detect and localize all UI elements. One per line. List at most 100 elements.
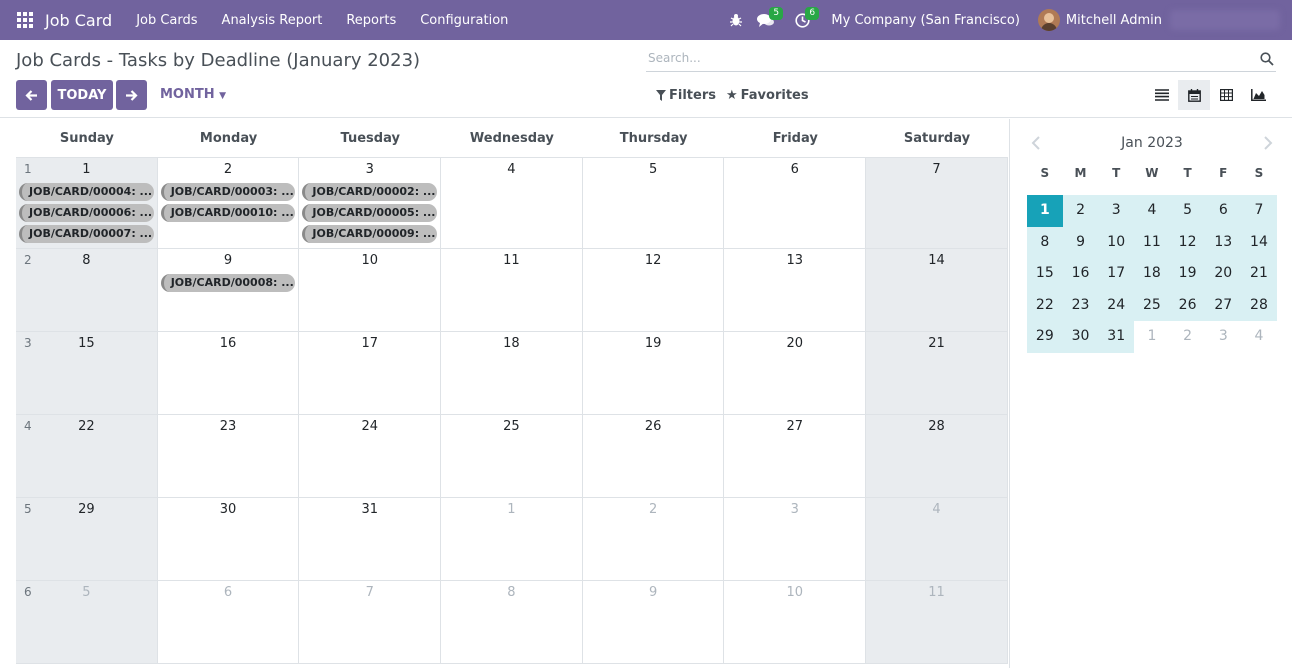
calendar-event[interactable]: JOB/CARD/00005: ...	[302, 204, 438, 222]
mini-calendar-day[interactable]: 31	[1098, 321, 1135, 353]
calendar-day-cell[interactable]: 26	[582, 415, 725, 497]
mini-calendar-day[interactable]: 22	[1027, 289, 1063, 322]
calendar-day-cell[interactable]: 10	[724, 581, 867, 663]
app-menu-icon[interactable]	[17, 12, 33, 28]
mini-calendar-day[interactable]: 14	[1241, 226, 1277, 259]
filters-button[interactable]: Filters	[656, 88, 716, 103]
calendar-day-cell[interactable]: 24	[299, 415, 442, 497]
mini-calendar-day[interactable]: 15	[1027, 258, 1063, 290]
calendar-day-cell[interactable]: 16	[157, 332, 300, 414]
calendar-day-cell[interactable]: 28	[16, 249, 158, 331]
calendar-day-cell[interactable]: 27	[724, 415, 867, 497]
calendar-day-cell[interactable]: 3 15	[16, 332, 158, 414]
mini-calendar-day[interactable]: 21	[1241, 258, 1277, 290]
calendar-day-cell[interactable]: 23	[157, 415, 300, 497]
mini-calendar-day[interactable]: 11	[1134, 226, 1170, 259]
calendar-event[interactable]: JOB/CARD/00004: ...	[19, 183, 154, 201]
calendar-event[interactable]: JOB/CARD/00007: ...	[19, 225, 154, 243]
bug-icon[interactable]	[721, 0, 751, 40]
calendar-day-cell[interactable]: 2 JOB/CARD/00003: ... JOB/CARD/00010: ...	[157, 158, 300, 248]
search-icon[interactable]	[1260, 51, 1274, 70]
calendar-day-cell[interactable]: 28	[866, 415, 1008, 497]
calendar-day-cell[interactable]: 7	[866, 158, 1008, 248]
search-input[interactable]	[646, 46, 1246, 70]
calendar-event[interactable]: JOB/CARD/00010: ...	[160, 204, 296, 222]
calendar-day-cell[interactable]: 12	[582, 249, 725, 331]
list-view-button[interactable]	[1146, 80, 1178, 110]
mini-calendar-day[interactable]: 13	[1205, 226, 1242, 259]
calendar-day-cell[interactable]: 13	[724, 249, 867, 331]
calendar-day-cell[interactable]: 4 22	[16, 415, 158, 497]
mini-calendar-day[interactable]: 3	[1205, 321, 1241, 353]
calendar-day-cell[interactable]: 1	[441, 498, 583, 580]
menu-item-reports[interactable]: Reports	[334, 13, 408, 28]
calendar-day-cell[interactable]: 7	[299, 581, 442, 663]
activities-clock-icon[interactable]: 6	[787, 0, 820, 40]
mini-calendar-day[interactable]: 6	[1205, 195, 1242, 227]
chevron-left-icon[interactable]	[1031, 135, 1041, 154]
menu-item-configuration[interactable]: Configuration	[408, 13, 520, 28]
calendar-day-cell[interactable]: 65	[16, 581, 158, 663]
mini-calendar-day[interactable]: 4	[1134, 195, 1170, 227]
calendar-day-cell[interactable]: 17	[299, 332, 442, 414]
calendar-day-cell[interactable]: 5	[582, 158, 725, 248]
mini-calendar-day[interactable]: 2	[1170, 321, 1206, 353]
calendar-day-cell[interactable]: 6	[157, 581, 300, 663]
app-brand[interactable]: Job Card	[45, 11, 112, 30]
mini-calendar-day[interactable]: 1	[1027, 195, 1063, 227]
calendar-day-cell[interactable]: 9 JOB/CARD/00008: ...	[157, 249, 300, 331]
calendar-event[interactable]: JOB/CARD/00003: ...	[160, 183, 296, 201]
mini-calendar-day[interactable]: 30	[1062, 321, 1099, 353]
mini-calendar-day[interactable]: 5	[1169, 195, 1206, 227]
mini-calendar-day[interactable]: 9	[1062, 226, 1099, 259]
mini-calendar-day[interactable]: 23	[1062, 289, 1099, 322]
mini-calendar-day[interactable]: 19	[1169, 258, 1206, 290]
calendar-event[interactable]: JOB/CARD/00002: ...	[302, 183, 438, 201]
calendar-event[interactable]: JOB/CARD/00008: ...	[160, 274, 296, 292]
mini-calendar-day[interactable]: 18	[1134, 258, 1170, 290]
mini-calendar-day[interactable]: 26	[1169, 289, 1206, 322]
calendar-day-cell[interactable]: 3	[724, 498, 867, 580]
calendar-day-cell[interactable]: 11	[441, 249, 583, 331]
mini-calendar-day[interactable]: 3	[1098, 195, 1135, 227]
previous-button[interactable]	[16, 80, 47, 110]
calendar-day-cell[interactable]: 5 29	[16, 498, 158, 580]
favorites-button[interactable]: ★ Favorites	[726, 88, 809, 103]
mini-calendar-day[interactable]: 10	[1098, 226, 1135, 259]
calendar-event[interactable]: JOB/CARD/00009: ...	[302, 225, 438, 243]
scale-dropdown[interactable]: MONTH ▼	[160, 87, 226, 102]
calendar-day-cell[interactable]: 2	[582, 498, 725, 580]
calendar-day-cell[interactable]: 4	[441, 158, 583, 248]
mini-calendar-day[interactable]: 2	[1062, 195, 1099, 227]
user-avatar[interactable]	[1037, 9, 1060, 31]
calendar-day-cell[interactable]: 20	[724, 332, 867, 414]
menu-item-analysis-report[interactable]: Analysis Report	[210, 13, 335, 28]
pivot-view-button[interactable]	[1210, 80, 1242, 110]
mini-calendar-day[interactable]: 28	[1241, 289, 1277, 322]
calendar-day-cell[interactable]: 3 JOB/CARD/00002: ... JOB/CARD/00005: ... J…	[299, 158, 442, 248]
calendar-day-cell[interactable]: 6	[724, 158, 867, 248]
mini-calendar-day[interactable]: 16	[1062, 258, 1099, 290]
calendar-day-cell[interactable]: 11	[866, 581, 1008, 663]
calendar-day-cell[interactable]: 21	[866, 332, 1008, 414]
company-switcher[interactable]: My Company (San Francisco)	[831, 13, 1019, 28]
calendar-day-cell[interactable]: 18	[441, 332, 583, 414]
mini-calendar-day[interactable]: 1	[1134, 321, 1170, 353]
calendar-day-cell[interactable]: 14	[866, 249, 1008, 331]
user-menu[interactable]: Mitchell Admin	[1066, 13, 1162, 28]
calendar-view-button[interactable]	[1178, 80, 1210, 110]
calendar-day-cell[interactable]: 8	[441, 581, 583, 663]
calendar-day-cell[interactable]: 9	[582, 581, 725, 663]
messages-icon[interactable]: 5	[751, 0, 784, 40]
calendar-day-cell[interactable]: 30	[157, 498, 300, 580]
chevron-right-icon[interactable]	[1263, 135, 1273, 154]
calendar-day-cell[interactable]: 10	[299, 249, 442, 331]
calendar-day-cell[interactable]: 31	[299, 498, 442, 580]
calendar-day-cell[interactable]: 19	[582, 332, 725, 414]
menu-item-job-cards[interactable]: Job Cards	[124, 13, 209, 28]
mini-calendar-day[interactable]: 4	[1241, 321, 1277, 353]
mini-calendar-day[interactable]: 7	[1241, 195, 1277, 227]
mini-calendar-day[interactable]: 12	[1169, 226, 1206, 259]
mini-calendar-day[interactable]: 20	[1205, 258, 1242, 290]
calendar-day-cell[interactable]: 25	[441, 415, 583, 497]
